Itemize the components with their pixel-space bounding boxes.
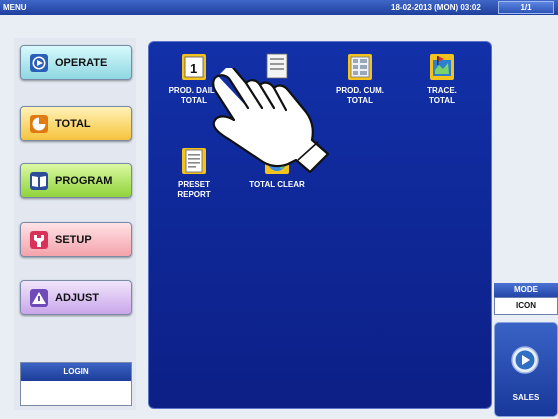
- title-bar: MENU 18-02-2013 (MON) 03:02 1/1: [0, 0, 558, 15]
- play-circle-icon: [511, 346, 539, 374]
- preset-line1: PRESET: [177, 180, 210, 189]
- wrench-icon: [30, 230, 48, 249]
- book-icon: [30, 171, 48, 190]
- login-value: [21, 381, 131, 405]
- trace-line1: TRACE.: [427, 86, 457, 95]
- operate-label: OPERATE: [55, 56, 108, 69]
- page-indicator[interactable]: 1/1: [498, 1, 554, 14]
- preset-line2: REPORT: [177, 190, 211, 199]
- mode-label: MODE: [494, 283, 558, 297]
- operate-button[interactable]: OPERATE: [20, 45, 132, 80]
- total-label: TOTAL: [55, 117, 91, 130]
- adjust-label: ADJUST: [55, 291, 100, 304]
- total-button[interactable]: TOTAL: [20, 106, 132, 141]
- program-label: PROGRAM: [55, 174, 113, 187]
- total-clear-line1: TOTAL CLEAR: [249, 180, 305, 189]
- screen-title: MENU: [3, 3, 27, 12]
- login-label: LOGIN: [21, 363, 131, 381]
- setup-label: SETUP: [55, 233, 92, 246]
- prod-cum-total-item[interactable]: PROD. CUM. TOTAL: [321, 52, 399, 106]
- trace-total-item[interactable]: TRACE. TOTAL: [403, 52, 481, 106]
- setup-button[interactable]: SETUP: [20, 222, 132, 257]
- svg-text:1: 1: [190, 61, 197, 76]
- play-icon: [30, 53, 48, 72]
- prod-cum-line1: PROD. CUM.: [336, 86, 384, 95]
- program-button[interactable]: PROGRAM: [20, 163, 132, 198]
- trace-map-icon: [428, 52, 456, 82]
- clock-icon: [30, 114, 48, 133]
- mode-indicator[interactable]: MODE ICON: [494, 283, 558, 317]
- trace-line2: TOTAL: [429, 96, 455, 105]
- date-time: 18-02-2013 (MON) 03:02: [391, 3, 481, 12]
- login-box[interactable]: LOGIN: [20, 362, 132, 406]
- grid-document-icon: [346, 52, 374, 82]
- scale-triangle-icon: [30, 288, 48, 307]
- pointing-hand-icon: [212, 68, 330, 174]
- sales-button[interactable]: SALES: [494, 322, 558, 417]
- adjust-button[interactable]: ADJUST: [20, 280, 132, 315]
- mode-value: ICON: [494, 297, 558, 315]
- sales-label: SALES: [512, 393, 540, 402]
- prod-cum-line2: TOTAL: [347, 96, 373, 105]
